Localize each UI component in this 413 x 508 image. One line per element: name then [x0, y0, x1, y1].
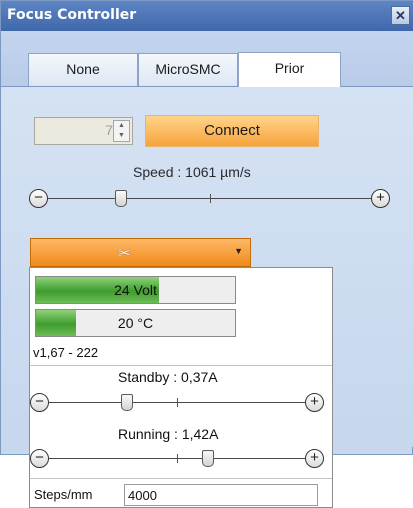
voltage-label: 24 Volt	[114, 282, 157, 298]
steps-per-mm-label: Steps/mm	[34, 487, 93, 502]
slider-tick	[177, 454, 178, 463]
standby-decrease-icon[interactable]: −	[30, 393, 49, 412]
port-value: 7	[105, 122, 113, 138]
slider-tick	[209, 194, 211, 203]
tab-microsmc[interactable]: MicroSMC	[138, 53, 238, 86]
spin-up-icon[interactable]: ▲	[114, 121, 129, 131]
speed-increase-icon[interactable]: +	[371, 189, 390, 208]
spinner-arrows[interactable]: ▲ ▼	[113, 120, 130, 142]
settings-popup: 24 Volt 20 °C v1,67 - 222 Standby : 0,37…	[29, 267, 333, 508]
standby-slider[interactable]: − +	[30, 391, 324, 415]
standby-slider-thumb[interactable]	[121, 394, 134, 411]
close-button[interactable]: ✕	[391, 6, 410, 25]
running-increase-icon[interactable]: +	[305, 449, 324, 468]
speed-slider-thumb[interactable]	[114, 190, 127, 207]
firmware-version: v1,67 - 222	[33, 345, 99, 360]
port-spinner[interactable]: 7 ▲ ▼	[34, 117, 133, 145]
window-title: Focus Controller	[7, 7, 137, 23]
running-slider-thumb[interactable]	[202, 450, 215, 467]
controller-tabs: None MicroSMC Prior	[1, 31, 413, 87]
chevron-down-icon[interactable]: ▼	[234, 246, 243, 256]
speed-slider[interactable]: − +	[29, 187, 390, 211]
voltage-bar: 24 Volt	[35, 276, 236, 304]
divider	[30, 365, 332, 366]
spin-down-icon[interactable]: ▼	[114, 131, 129, 141]
temperature-label: 20 °C	[117, 315, 154, 331]
wrench-icon: ✂	[118, 245, 131, 262]
running-label: Running : 1,42A	[118, 426, 219, 442]
speed-decrease-icon[interactable]: −	[29, 189, 48, 208]
speed-label: Speed : 1061 µm/s	[133, 164, 251, 180]
steps-per-mm-input[interactable]	[124, 484, 318, 506]
tab-none[interactable]: None	[28, 53, 138, 86]
divider	[30, 478, 332, 479]
tab-prior[interactable]: Prior	[238, 52, 341, 87]
connect-button[interactable]: Connect	[145, 115, 319, 147]
standby-increase-icon[interactable]: +	[305, 393, 324, 412]
title-bar[interactable]: Focus Controller ✕	[1, 1, 413, 31]
standby-label: Standby : 0,37A	[118, 369, 218, 385]
running-decrease-icon[interactable]: −	[30, 449, 49, 468]
running-slider[interactable]: − +	[30, 447, 324, 471]
settings-dropdown[interactable]: ✂ ▼	[30, 238, 251, 267]
slider-tick	[177, 398, 178, 407]
temperature-bar: 20 °C	[35, 309, 236, 337]
